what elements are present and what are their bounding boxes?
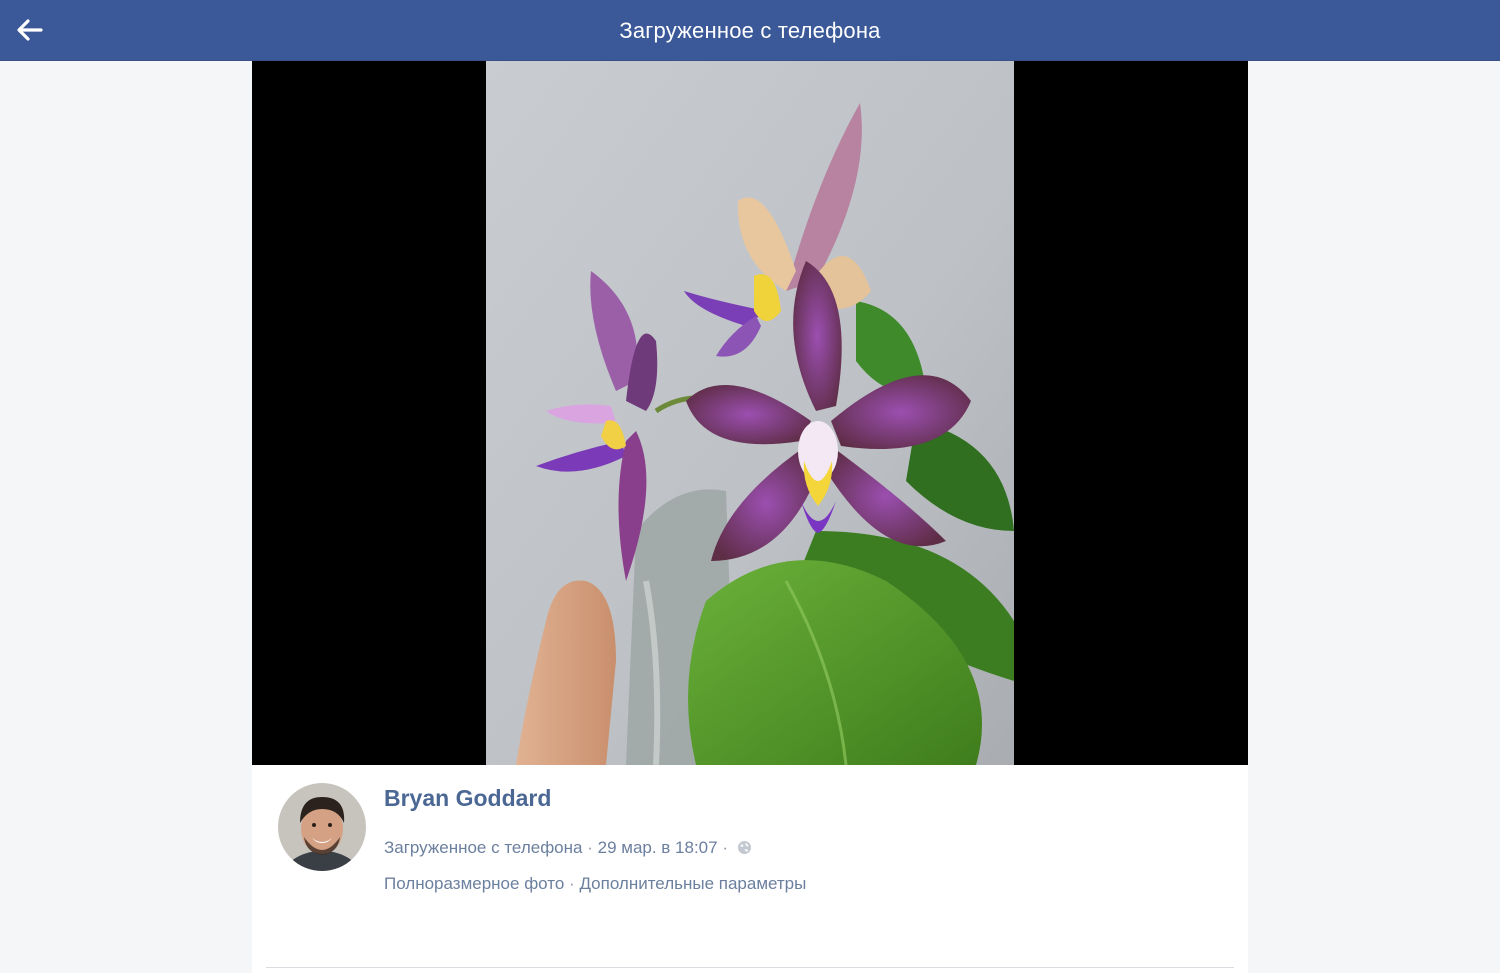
page-title: Загруженное с телефона [619,18,881,43]
post-info-line: Загруженное с телефона · 29 мар. в 18:07… [384,838,752,858]
author-name[interactable]: Bryan Goddard [384,785,551,812]
top-navigation-bar: Загруженное с телефона [0,0,1500,61]
orchid-photo[interactable] [486,61,1014,765]
separator: · [722,838,729,857]
full-size-photo-link[interactable]: Полноразмерное фото [384,874,564,893]
post-meta: Bryan Goddard Загруженное с телефона · 2… [252,765,1248,973]
globe-icon [737,840,751,855]
photo-viewer [252,61,1248,765]
more-options-link[interactable]: Дополнительные параметры [579,874,806,893]
post-date[interactable]: 29 мар. в 18:07 [598,838,718,857]
photo-actions-line: Полноразмерное фото · Дополнительные пар… [384,874,806,894]
album-link[interactable]: Загруженное с телефона [384,838,582,857]
avatar[interactable] [278,783,366,871]
divider [266,967,1234,968]
separator: · [587,838,593,857]
separator: · [569,874,575,893]
photo-post-card: Bryan Goddard Загруженное с телефона · 2… [252,61,1248,973]
